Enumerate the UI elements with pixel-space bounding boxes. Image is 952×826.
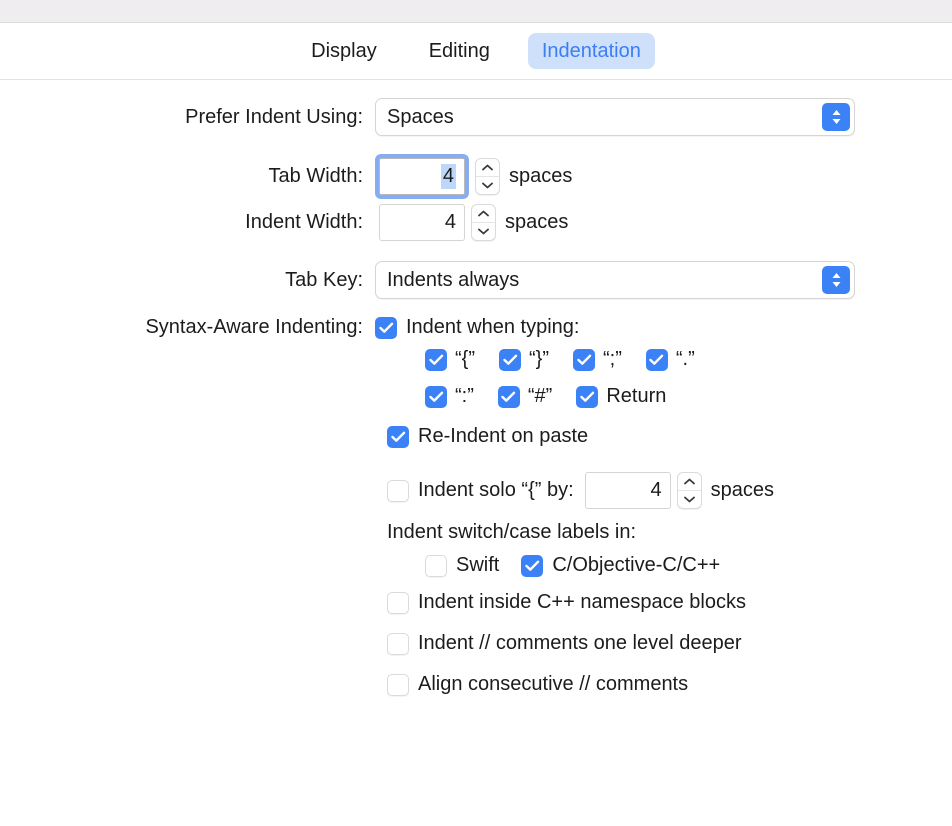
syntax-aware-indenting-label: Syntax-Aware Indenting: — [145, 316, 363, 338]
char-option-open-brace[interactable]: “{” — [425, 348, 475, 371]
checkbox-hash[interactable] — [497, 385, 520, 408]
window-titlebar — [0, 0, 952, 23]
char-option-colon[interactable]: “:” — [425, 385, 474, 408]
char-label-semicolon: “;” — [603, 348, 622, 370]
indent-width-value: 4 — [444, 211, 456, 233]
indent-when-typing-label: Indent when typing: — [406, 316, 580, 338]
indent-when-typing-row[interactable]: Indent when typing: — [375, 316, 579, 339]
tab-width-stepper-up[interactable] — [476, 159, 499, 177]
tab-key-value: Indents always — [387, 268, 520, 291]
chevron-up-down-icon — [822, 266, 850, 294]
indent-solo-brace-input[interactable]: 4 — [584, 472, 671, 509]
align-consecutive-comments-label: Align consecutive // comments — [418, 673, 689, 695]
prefer-indent-using-label: Prefer Indent Using: — [185, 105, 363, 128]
char-label-close-brace: “}” — [529, 348, 549, 370]
switch-case-heading-label: Indent switch/case labels in: — [387, 521, 637, 543]
checkbox-period[interactable] — [645, 348, 668, 371]
align-comments-row: Align consecutive // comments — [387, 673, 952, 696]
swift-label: Swift — [456, 554, 500, 576]
tab-width-label: Tab Width: — [268, 165, 363, 187]
indent-width-row: Indent Width: 4 spaces — [0, 204, 952, 241]
tab-width-stepper[interactable] — [475, 158, 500, 195]
prefer-indent-using-select[interactable]: Spaces — [375, 98, 855, 136]
char-label-hash: “#” — [527, 385, 553, 407]
char-label-open-brace: “{” — [455, 348, 475, 370]
tab-width-row: Tab Width: 4 spaces — [0, 154, 952, 199]
tab-indentation[interactable]: Indentation — [527, 33, 655, 69]
tab-key-label: Tab Key: — [285, 268, 363, 291]
namespace-blocks-row: Indent inside C++ namespace blocks — [387, 591, 952, 614]
checkbox-indent-when-typing[interactable] — [375, 316, 397, 339]
tab-width-value: 4 — [440, 164, 456, 189]
checkbox-indent-solo-brace[interactable] — [387, 479, 409, 502]
char-option-semicolon[interactable]: “;” — [573, 348, 622, 371]
checkbox-indent-inside-cpp-namespace-blocks[interactable] — [387, 591, 409, 614]
chevron-up-down-icon — [822, 103, 850, 131]
tab-display[interactable]: Display — [297, 33, 391, 69]
char-label-colon: “:” — [455, 385, 474, 407]
indent-solo-brace-row: Indent solo “{” by: 4 spaces — [387, 472, 952, 509]
checkbox-open-brace[interactable] — [425, 348, 447, 371]
switch-case-options-row: Swift C/Objective-C/C++ — [425, 554, 952, 577]
indent-comments-one-level-deeper-label: Indent // comments one level deeper — [418, 632, 742, 654]
char-label-period: “.” — [675, 348, 695, 370]
syntax-aware-indenting-row: Syntax-Aware Indenting: Indent when typi… — [0, 316, 952, 339]
char-option-close-brace[interactable]: “}” — [499, 348, 549, 371]
checkbox-semicolon[interactable] — [573, 348, 595, 371]
indent-characters-row-1: “{” “}” “;” “.” — [425, 348, 952, 371]
indent-inside-cpp-namespace-blocks-label: Indent inside C++ namespace blocks — [418, 591, 746, 613]
checkbox-colon[interactable] — [425, 385, 447, 408]
indent-solo-brace-stepper[interactable] — [676, 472, 702, 509]
checkbox-swift[interactable] — [425, 554, 447, 577]
tab-width-field-wrap: 4 — [375, 154, 469, 199]
tab-editing[interactable]: Editing — [415, 33, 504, 69]
indent-comments-row: Indent // comments one level deeper — [387, 632, 952, 655]
char-option-return[interactable]: Return — [576, 385, 666, 408]
preferences-tab-bar: Display Editing Indentation — [0, 23, 952, 80]
tab-key-select[interactable]: Indents always — [375, 261, 855, 299]
checkbox-indent-comments-one-level-deeper[interactable] — [387, 632, 409, 655]
checkbox-return[interactable] — [576, 385, 599, 408]
indent-width-stepper-down[interactable] — [472, 223, 495, 240]
indent-solo-brace-value: 4 — [650, 479, 662, 501]
char-label-return: Return — [606, 385, 667, 407]
tab-width-input[interactable]: 4 — [379, 158, 465, 195]
prefer-indent-using-value: Spaces — [387, 105, 454, 128]
indent-solo-brace-unit: spaces — [710, 479, 775, 501]
checkbox-close-brace[interactable] — [499, 348, 521, 371]
indent-width-stepper-up[interactable] — [472, 205, 495, 223]
checkbox-c-objective-c-cpp[interactable] — [521, 554, 544, 577]
indentation-settings-panel: Prefer Indent Using: Spaces Tab Width: 4 — [0, 80, 952, 696]
tab-width-unit: spaces — [509, 165, 573, 187]
switch-case-heading: Indent switch/case labels in: — [387, 521, 952, 544]
indent-solo-brace-stepper-up[interactable] — [677, 473, 701, 491]
indent-characters-row-2: “:” “#” Return — [425, 385, 952, 408]
checkbox-re-indent-on-paste[interactable] — [387, 425, 409, 448]
indent-width-unit: spaces — [505, 211, 569, 233]
checkbox-align-consecutive-comments[interactable] — [387, 673, 409, 696]
c-objective-c-cpp-label: C/Objective-C/C++ — [552, 554, 721, 576]
tab-key-row: Tab Key: Indents always — [0, 261, 952, 299]
char-option-period[interactable]: “.” — [645, 348, 695, 371]
re-indent-on-paste-label: Re-Indent on paste — [418, 425, 589, 447]
char-option-hash[interactable]: “#” — [497, 385, 553, 408]
indent-width-stepper[interactable] — [471, 204, 496, 241]
prefer-indent-using-row: Prefer Indent Using: Spaces — [0, 98, 952, 136]
indent-width-input[interactable]: 4 — [379, 204, 465, 241]
indent-solo-brace-label: Indent solo “{” by: — [418, 479, 574, 501]
tab-width-stepper-down[interactable] — [476, 177, 499, 194]
re-indent-on-paste-row: Re-Indent on paste — [387, 425, 952, 448]
indent-width-label: Indent Width: — [245, 211, 363, 233]
indent-solo-brace-stepper-down[interactable] — [678, 491, 701, 508]
